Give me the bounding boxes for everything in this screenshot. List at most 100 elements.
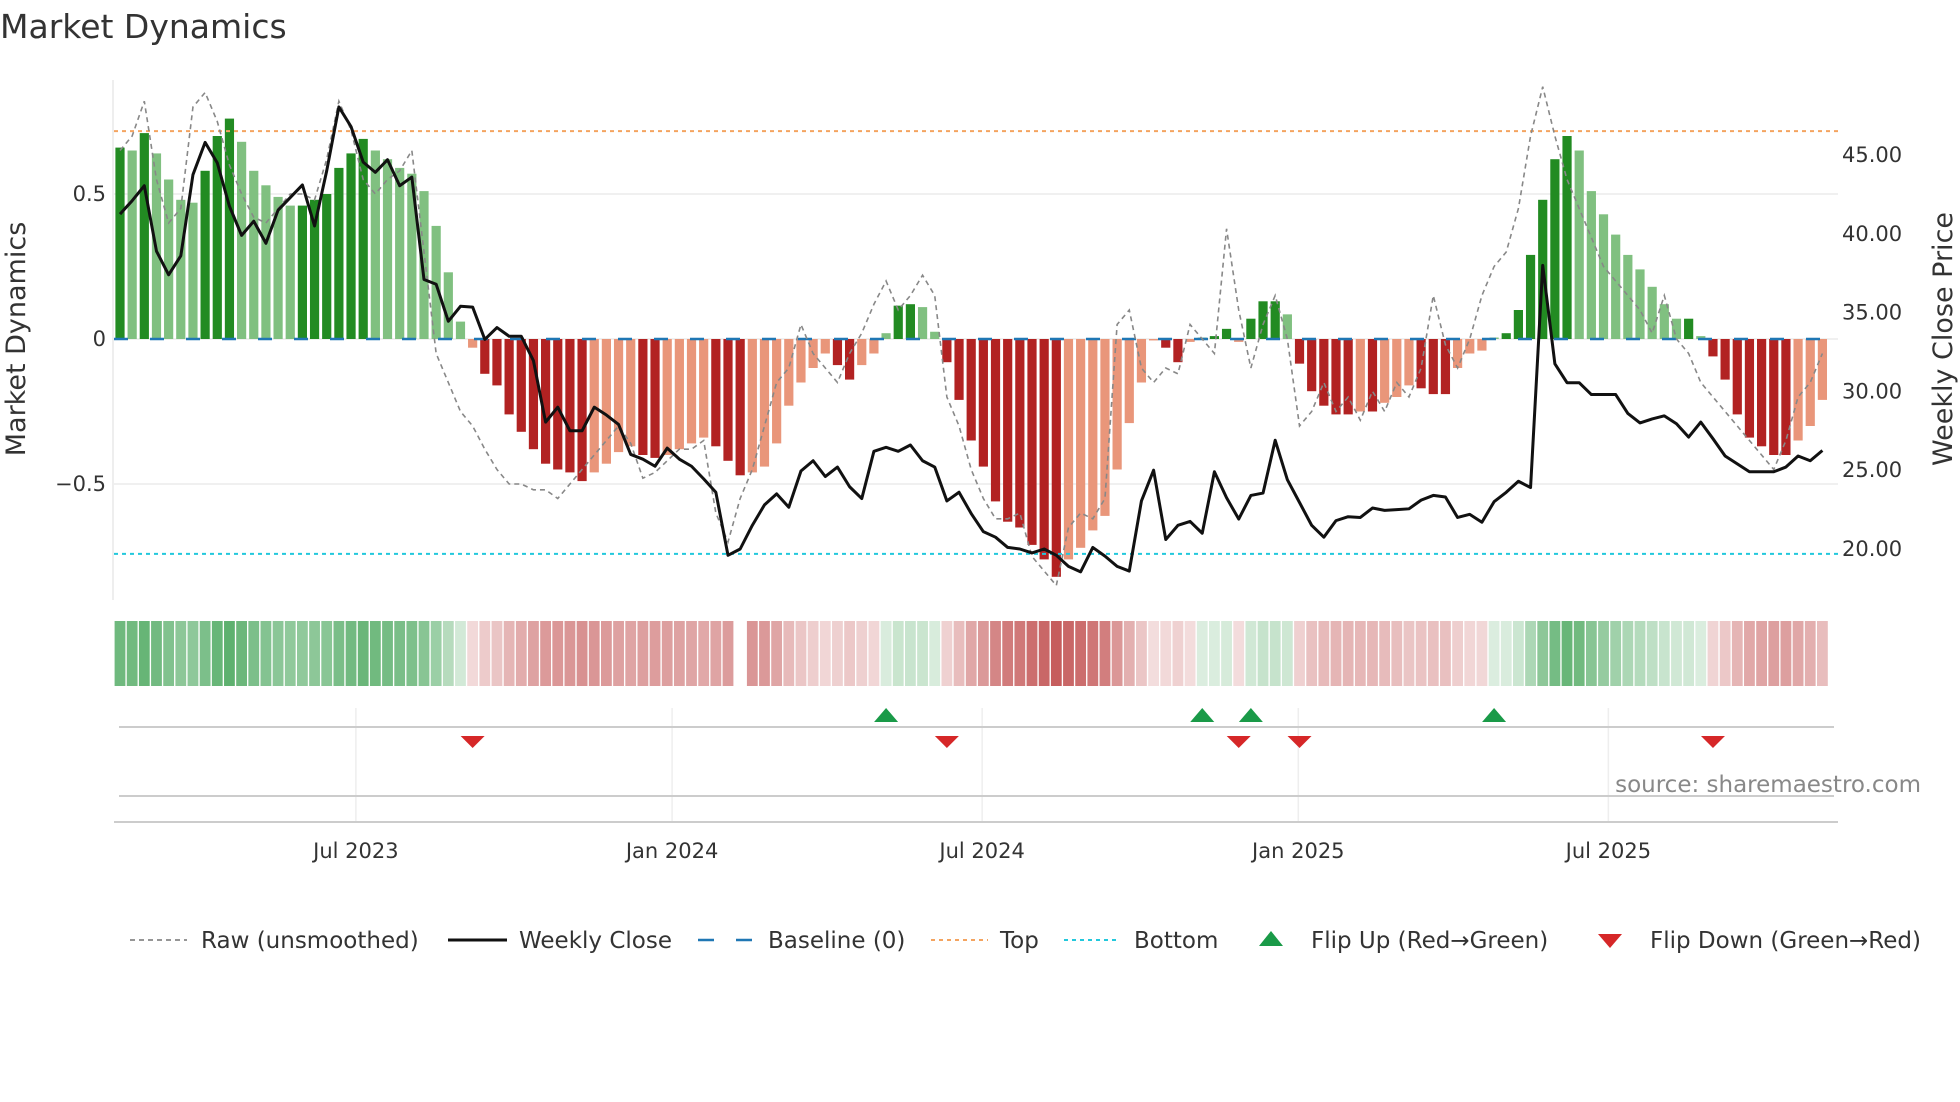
heat-cell	[394, 621, 406, 686]
heat-cell	[746, 621, 758, 686]
heat-cell	[1622, 621, 1634, 686]
bar-negative	[662, 339, 672, 455]
bar-positive	[249, 170, 259, 339]
heat-cell	[224, 621, 235, 686]
heat-cell	[357, 621, 369, 686]
heat-cell	[905, 621, 916, 686]
bar-positive	[395, 167, 405, 339]
bar-positive	[370, 150, 380, 339]
bar-positive	[346, 153, 356, 339]
bar-positive	[1574, 150, 1584, 339]
heat-cell	[1440, 621, 1451, 686]
bar-negative	[954, 339, 964, 400]
heat-cell	[151, 621, 162, 686]
legend-flip-down-label: Flip Down (Green→Red)	[1650, 928, 1921, 954]
heat-cell	[1549, 621, 1561, 686]
bar-positive	[1623, 254, 1633, 339]
legend-bottom-label: Bottom	[1134, 928, 1218, 954]
bar-negative	[565, 339, 575, 473]
x-tick-label: Jul 2023	[311, 839, 398, 863]
bar-negative	[699, 339, 709, 438]
heat-cell	[1415, 621, 1427, 686]
legend-baseline-label: Baseline (0)	[768, 928, 905, 954]
bar-negative	[796, 339, 806, 383]
bar-negative	[674, 339, 684, 450]
heat-cell	[479, 621, 491, 686]
x-tick-label: Jan 2024	[624, 839, 719, 863]
bar-negative	[966, 339, 976, 441]
heat-cell	[1257, 621, 1269, 686]
bar-positive	[455, 321, 466, 339]
heat-cell	[588, 621, 600, 686]
bar-positive	[443, 272, 453, 339]
y-tick-label: 0.5	[73, 182, 106, 206]
bar-negative	[857, 339, 867, 366]
bar-negative	[1063, 339, 1074, 560]
bar-negative	[504, 339, 514, 415]
heat-cell	[819, 621, 831, 686]
bar-positive	[297, 205, 307, 339]
bar-negative	[735, 339, 745, 476]
bar-positive	[224, 118, 235, 339]
heat-cell	[345, 621, 357, 686]
bar-negative	[638, 339, 648, 455]
heat-cell	[1354, 621, 1366, 686]
bar-negative	[1440, 339, 1451, 395]
heat-cell	[1038, 621, 1050, 686]
heat-cell	[369, 621, 381, 686]
heat-cell	[1050, 621, 1062, 686]
heat-cell	[260, 621, 272, 686]
heat-cell	[1792, 621, 1804, 686]
bar-positive	[127, 150, 137, 339]
bar-positive	[1611, 234, 1621, 339]
heat-cell	[1476, 621, 1488, 686]
bar-negative	[869, 339, 879, 354]
heat-cell	[613, 621, 624, 686]
bar-negative	[820, 339, 830, 354]
bar-positive	[1270, 301, 1280, 339]
bar-negative	[1307, 339, 1317, 392]
heat-cell	[1464, 621, 1476, 686]
heat-strip	[114, 621, 1828, 686]
bar-negative	[1793, 339, 1803, 441]
x-tick-label: Jan 2025	[1250, 839, 1345, 863]
heat-cell	[284, 621, 296, 686]
bar-negative	[1477, 339, 1487, 351]
heat-cell	[1671, 621, 1682, 686]
heat-cell	[297, 621, 308, 686]
bar-negative	[1465, 339, 1475, 354]
heat-cell	[686, 621, 697, 686]
heat-cell	[491, 621, 503, 686]
bar-negative	[942, 339, 952, 363]
flip-up-marker	[1482, 708, 1507, 722]
heat-cell	[515, 621, 527, 686]
heat-cell	[722, 621, 734, 686]
heat-cell	[236, 621, 247, 686]
heat-cell	[1610, 621, 1622, 686]
heat-cell	[710, 621, 722, 686]
bar-positive	[261, 185, 271, 339]
y2-tick-label: 35.00	[1842, 301, 1902, 325]
heat-cell	[442, 621, 454, 686]
heat-cell	[114, 621, 126, 686]
bar-positive	[930, 331, 940, 339]
heat-cell	[528, 621, 539, 686]
bar-positive	[139, 133, 149, 339]
y-tick-label: −0.5	[55, 472, 106, 496]
bar-positive	[1501, 333, 1511, 339]
bar-negative	[1380, 339, 1390, 403]
heat-cell	[552, 621, 564, 686]
heat-cell	[1646, 621, 1658, 686]
heat-cell	[673, 621, 685, 686]
heat-cell	[1488, 621, 1500, 686]
bar-negative	[480, 339, 490, 374]
bar-negative	[1294, 339, 1305, 364]
bar-positive	[1684, 318, 1694, 339]
bar-positive	[285, 205, 295, 339]
heat-cell	[1233, 621, 1245, 686]
bar-negative	[650, 339, 660, 458]
bar-positive	[322, 194, 332, 339]
flip-down-marker	[1287, 736, 1312, 748]
bar-positive	[382, 159, 393, 339]
flip-up-marker	[1238, 708, 1263, 722]
